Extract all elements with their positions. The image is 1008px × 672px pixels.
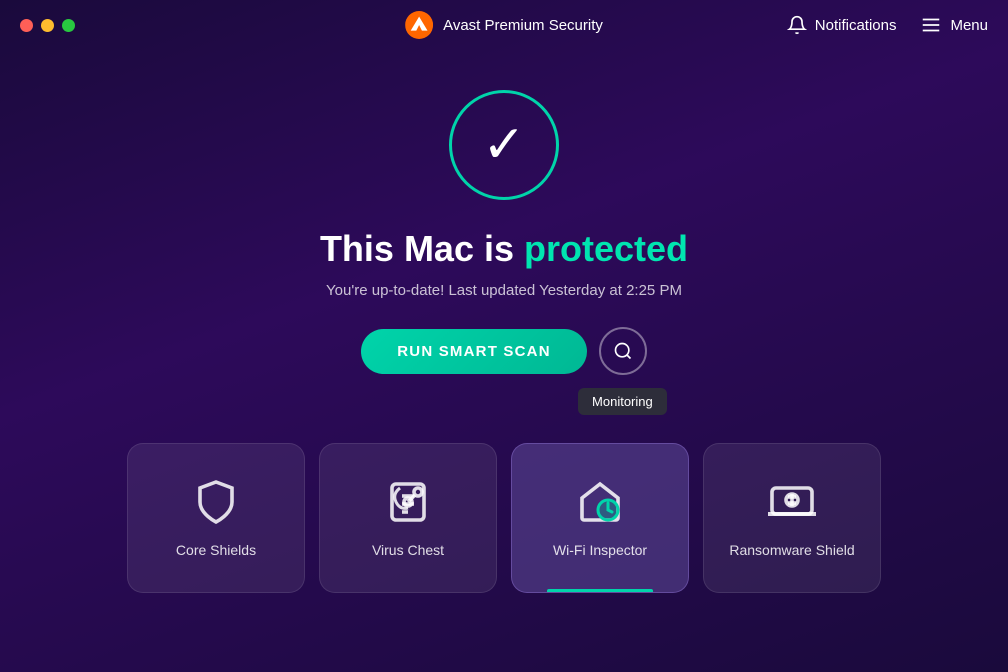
menu-label: Menu (950, 17, 988, 34)
virus-chest-card[interactable]: Virus Chest (319, 443, 497, 593)
run-smart-scan-button[interactable]: RUN SMART SCAN (361, 329, 586, 374)
shield-icon (192, 478, 240, 526)
notifications-label: Notifications (815, 17, 897, 34)
action-buttons: RUN SMART SCAN Monitoring (361, 327, 646, 375)
app-title-area: Avast Premium Security (405, 11, 603, 39)
core-shields-card[interactable]: Core Shields (127, 443, 305, 593)
titlebar-actions: Notifications Menu (787, 14, 988, 36)
protection-status-circle: ✓ (449, 90, 559, 200)
status-heading: This Mac is protected (320, 228, 688, 270)
search-button[interactable] (599, 327, 647, 375)
ransomware-shield-card[interactable]: Ransomware Shield (703, 443, 881, 593)
traffic-lights (20, 19, 75, 32)
search-icon (613, 341, 633, 361)
bell-icon (787, 15, 807, 35)
wifi-inspector-label: Wi-Fi Inspector (553, 542, 647, 558)
monitoring-tooltip: Monitoring (578, 388, 667, 415)
main-content: ✓ This Mac is protected You're up-to-dat… (0, 50, 1008, 593)
ransomware-shield-icon (768, 478, 816, 526)
checkmark-icon: ✓ (482, 119, 526, 171)
titlebar: Avast Premium Security Notifications Men… (0, 0, 1008, 50)
feature-cards: Core Shields Virus Chest (67, 443, 941, 593)
status-heading-static: This Mac is (320, 228, 514, 269)
virus-chest-label: Virus Chest (372, 542, 444, 558)
ransomware-shield-label: Ransomware Shield (729, 542, 854, 558)
menu-icon (920, 14, 942, 36)
maximize-button[interactable] (62, 19, 75, 32)
core-shields-label: Core Shields (176, 542, 256, 558)
wifi-inspector-icon (576, 478, 624, 526)
status-subtitle: You're up-to-date! Last updated Yesterda… (326, 282, 682, 299)
biohazard-icon (384, 478, 432, 526)
notifications-button[interactable]: Notifications (787, 15, 897, 35)
minimize-button[interactable] (41, 19, 54, 32)
close-button[interactable] (20, 19, 33, 32)
status-heading-emphasis: protected (524, 228, 688, 269)
menu-button[interactable]: Menu (920, 14, 988, 36)
wifi-inspector-card[interactable]: Wi-Fi Inspector (511, 443, 689, 593)
avast-logo-icon (405, 11, 433, 39)
app-title: Avast Premium Security (443, 17, 603, 34)
